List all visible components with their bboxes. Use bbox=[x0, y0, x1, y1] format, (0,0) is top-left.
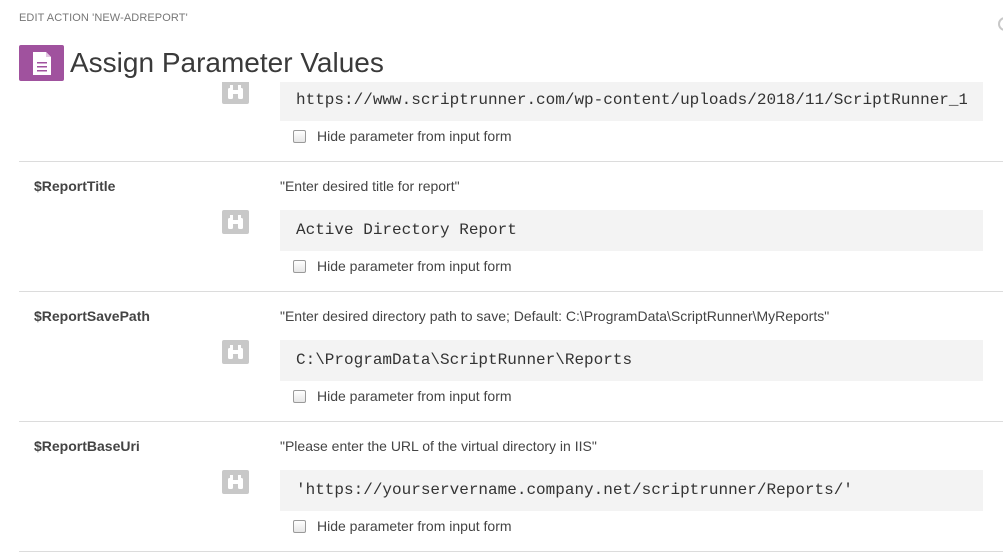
assign-parameter-values-page: EDIT ACTION 'NEW-ADREPORT' Assign Parame… bbox=[0, 0, 1003, 558]
hide-parameter-option[interactable]: Hide parameter from input form bbox=[293, 516, 512, 536]
hide-parameter-label: Hide parameter from input form bbox=[317, 388, 512, 404]
parameter-name: $ReportSavePath bbox=[34, 308, 150, 324]
breadcrumb: EDIT ACTION 'NEW-ADREPORT' bbox=[19, 12, 188, 24]
hide-parameter-checkbox[interactable] bbox=[293, 519, 306, 533]
binoculars-icon[interactable] bbox=[222, 470, 249, 494]
parameter-name: $ReportBaseUri bbox=[34, 438, 140, 454]
status-indicator-icon bbox=[998, 17, 1003, 31]
parameter-value-input[interactable] bbox=[280, 82, 983, 121]
binoculars-icon[interactable] bbox=[222, 210, 249, 234]
parameter-description: "Enter desired directory path to save; D… bbox=[280, 308, 830, 324]
document-icon bbox=[19, 45, 64, 81]
parameter-row-url: Hide parameter from input form bbox=[19, 82, 1003, 162]
parameter-row-report-save-path: $ReportSavePath "Enter desired directory… bbox=[19, 292, 1003, 422]
hide-parameter-label: Hide parameter from input form bbox=[317, 258, 512, 274]
hide-parameter-option[interactable]: Hide parameter from input form bbox=[293, 386, 512, 406]
parameter-description: "Enter desired title for report" bbox=[280, 178, 460, 194]
parameter-description: "Please enter the URL of the virtual dir… bbox=[280, 438, 597, 454]
parameter-name: $ReportTitle bbox=[34, 178, 116, 194]
page-title: Assign Parameter Values bbox=[70, 47, 384, 78]
parameter-value-input[interactable] bbox=[280, 340, 983, 381]
parameter-row-report-title: $ReportTitle "Enter desired title for re… bbox=[19, 162, 1003, 292]
parameter-value-input[interactable] bbox=[280, 210, 983, 251]
hide-parameter-option[interactable]: Hide parameter from input form bbox=[293, 256, 512, 276]
parameter-value-input[interactable] bbox=[280, 470, 983, 511]
hide-parameter-label: Hide parameter from input form bbox=[317, 518, 512, 534]
parameter-row-report-base-uri: $ReportBaseUri "Please enter the URL of … bbox=[19, 422, 1003, 552]
parameter-list: Hide parameter from input form $ReportTi… bbox=[19, 82, 1003, 558]
hide-parameter-option[interactable]: Hide parameter from input form bbox=[293, 126, 512, 146]
hide-parameter-checkbox[interactable] bbox=[293, 389, 306, 403]
binoculars-icon[interactable] bbox=[222, 340, 249, 364]
hide-parameter-label: Hide parameter from input form bbox=[317, 128, 512, 144]
hide-parameter-checkbox[interactable] bbox=[293, 259, 306, 273]
binoculars-icon[interactable] bbox=[222, 82, 249, 104]
hide-parameter-checkbox[interactable] bbox=[293, 129, 306, 143]
